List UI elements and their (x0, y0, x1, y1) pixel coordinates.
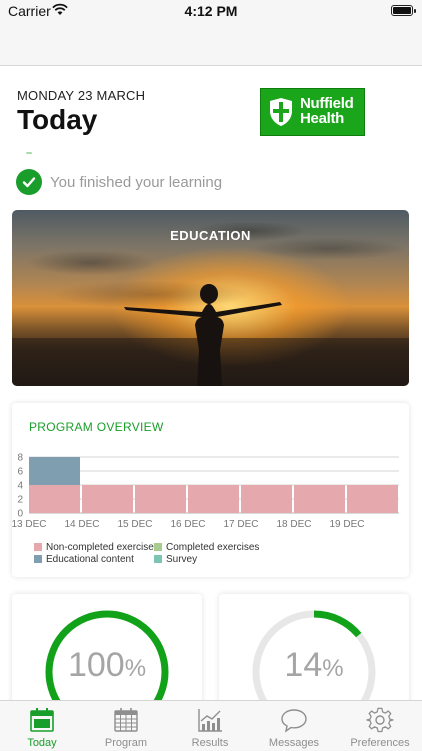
legend-swatch (154, 543, 162, 552)
bar-segment (347, 485, 398, 513)
battery-icon (391, 5, 416, 16)
tab-bar: Today Program Results Messages Preferenc… (0, 700, 422, 750)
x-tick-label: 19 DEC (329, 519, 364, 530)
education-card[interactable]: EDUCATION (12, 210, 409, 386)
calendar-grid-icon (114, 708, 138, 732)
y-tick-label: 6 (17, 467, 23, 478)
legend-item: Non-completed exercises (34, 542, 159, 553)
y-tick-label: 8 (17, 453, 23, 464)
y-tick-label: 0 (17, 509, 23, 520)
gear-icon (366, 707, 394, 733)
bar-segment (188, 485, 239, 513)
tab-label: Program (104, 737, 148, 749)
x-tick-label: 17 DEC (223, 519, 258, 530)
nuffield-health-logo: Nuffield Health (260, 88, 365, 136)
x-tick-label: 13 DEC (12, 519, 47, 530)
x-tick-label: 15 DEC (117, 519, 152, 530)
page-title: Today (17, 104, 98, 135)
tab-today[interactable]: Today (0, 701, 84, 751)
legend-item: Survey (154, 554, 197, 565)
calendar-today-icon (30, 708, 54, 732)
program-overview-title: PROGRAM OVERVIEW (29, 420, 164, 434)
bar-segment (135, 485, 186, 513)
stat-value: 100% (67, 646, 147, 684)
program-overview-card[interactable]: PROGRAM OVERVIEW 0 2 4 6 8 13 DEC 14 DEC 15 DEC… (12, 403, 409, 577)
legend-swatch (34, 555, 42, 564)
y-tick-label: 4 (17, 481, 23, 492)
bar-segment (29, 457, 80, 485)
completion-stat-card[interactable]: 100% (12, 594, 202, 700)
x-tick-label: 18 DEC (276, 519, 311, 530)
legend-swatch (154, 555, 162, 564)
current-date: MONDAY 23 MARCH (17, 88, 146, 103)
legend-item: Educational content (34, 554, 134, 565)
shield-cross-icon (270, 98, 292, 126)
stat-value: 14% (284, 646, 344, 684)
y-tick-label: 2 (17, 495, 23, 506)
tab-label: Today (27, 737, 57, 749)
tab-preferences[interactable]: Preferences (338, 701, 422, 751)
tab-label: Messages (268, 737, 320, 749)
bar-segment (82, 485, 133, 513)
program-overview-chart: 0 2 4 6 8 13 DEC 14 DEC 15 DEC 16 DEC 17 DEC 18 DE… (12, 453, 399, 530)
learning-status-text: You finished your learning (50, 174, 223, 191)
speech-bubble-icon (281, 709, 307, 733)
bar-segment (294, 485, 345, 513)
tab-messages[interactable]: Messages (252, 701, 336, 751)
clock: 4:12 PM (184, 3, 238, 19)
x-tick-label: 14 DEC (64, 519, 99, 530)
logo-text: Nuffield Health (300, 95, 354, 127)
today-content[interactable]: MONDAY 23 MARCH Today Nuffield Health Yo… (0, 66, 422, 700)
check-circle-icon (16, 169, 42, 195)
progress-stat-card[interactable]: 14% (219, 594, 409, 700)
navigation-bar (0, 22, 422, 66)
legend-item: Completed exercises (154, 542, 259, 553)
status-bar: Carrier 4:12 PM (0, 0, 422, 22)
bar-segment (29, 485, 80, 513)
legend-swatch (34, 543, 42, 552)
tab-label: Results (191, 737, 229, 749)
tab-program[interactable]: Program (84, 701, 168, 751)
bar-segment (241, 485, 292, 513)
divider (26, 152, 32, 154)
tab-results[interactable]: Results (168, 701, 252, 751)
x-tick-label: 16 DEC (170, 519, 205, 530)
education-label: EDUCATION (170, 228, 251, 243)
tab-label: Preferences (350, 737, 410, 749)
chart-icon (198, 709, 222, 732)
